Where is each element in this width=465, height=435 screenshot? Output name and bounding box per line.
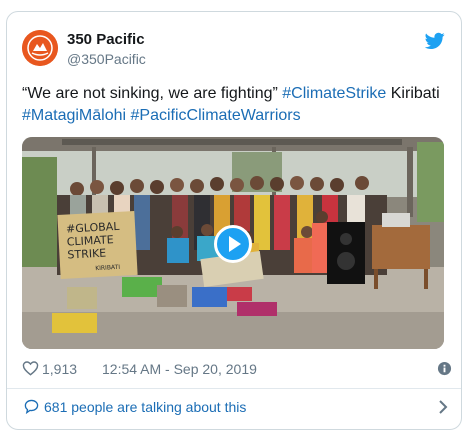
like-count[interactable]: 1,913: [42, 361, 77, 377]
account-name[interactable]: 350 Pacific: [67, 31, 145, 48]
hashtag-pacificclimatewarriors[interactable]: #PacificClimateWarriors: [131, 107, 301, 124]
tweet-card[interactable]: 350 Pacific @350Pacific “We are not sink…: [6, 11, 462, 430]
tweet-text-part: Kiribati: [386, 85, 440, 102]
comment-bubble-icon: [24, 399, 39, 414]
account-handle[interactable]: @350Pacific: [67, 51, 146, 67]
tweet-meta: 1,913 12:54 AM - Sep 20, 2019: [22, 358, 452, 380]
hashtag-matagimalohi[interactable]: #MatagiMālohi: [22, 107, 126, 124]
protest-sign-text: CLIMATE: [66, 233, 114, 248]
divider: [7, 388, 461, 389]
heart-icon[interactable]: [22, 360, 39, 376]
video-thumbnail[interactable]: #GLOBAL CLIMATE STRIKE KIRIBATI: [22, 137, 444, 349]
twitter-bird-icon[interactable]: [425, 32, 445, 50]
protest-sign-text: KIRIBATI: [95, 264, 120, 272]
tweet-header: 350 Pacific @350Pacific: [7, 12, 461, 72]
info-icon[interactable]: [437, 361, 452, 376]
conversation-link[interactable]: 681 people are talking about this: [22, 395, 452, 419]
avatar[interactable]: [22, 30, 58, 66]
timestamp[interactable]: 12:54 AM - Sep 20, 2019: [102, 361, 257, 377]
hashtag-climatestrike[interactable]: #ClimateStrike: [282, 85, 386, 102]
protest-sign-text: STRIKE: [67, 247, 106, 262]
tweet-text: “We are not sinking, we are fighting” #C…: [22, 83, 452, 127]
play-button[interactable]: [214, 225, 252, 263]
play-icon: [229, 236, 241, 252]
350-pacific-logo-icon: [22, 30, 58, 66]
tweet-text-part: “We are not sinking, we are fighting”: [22, 85, 283, 102]
talking-count-text[interactable]: 681 people are talking about this: [44, 399, 246, 415]
chevron-right-icon[interactable]: [438, 399, 448, 415]
